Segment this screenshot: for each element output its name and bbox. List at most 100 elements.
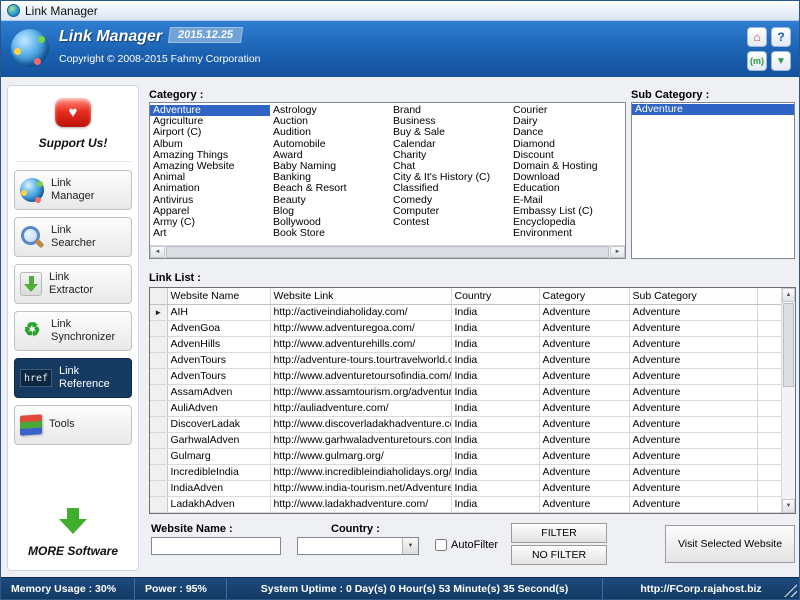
website-name-input[interactable] <box>151 537 281 555</box>
update-download-icon[interactable]: ▼ <box>771 51 791 71</box>
autofilter-checkbox[interactable] <box>435 539 447 551</box>
home-icon[interactable]: ⌂ <box>747 27 767 47</box>
category-item[interactable]: Adventure <box>150 105 270 117</box>
scroll-left-arrow-icon[interactable]: ◄ <box>150 246 165 258</box>
category-item[interactable]: Environment <box>510 228 625 239</box>
column-header[interactable]: Category <box>539 288 630 305</box>
table-row[interactable]: Gulmarg http://www.gulmarg.org/India Adven… <box>150 448 781 465</box>
category-item[interactable]: Banking <box>270 172 390 183</box>
category-item[interactable]: Army (C) <box>150 217 270 228</box>
row-selector[interactable] <box>150 464 168 481</box>
category-item[interactable]: Award <box>270 150 390 161</box>
category-item[interactable]: Discount <box>510 150 625 161</box>
category-item[interactable]: Baby Naming <box>270 161 390 172</box>
category-item[interactable]: Auction <box>270 116 390 127</box>
scroll-up-arrow-icon[interactable]: ▲ <box>782 288 795 302</box>
column-header[interactable]: Website Link <box>270 288 452 305</box>
row-selector[interactable] <box>150 352 168 369</box>
table-row[interactable]: AdvenTours http://www.adventuretoursofind… <box>150 368 781 385</box>
category-item[interactable]: Agriculture <box>150 116 270 127</box>
category-item[interactable]: Airport (C) <box>150 127 270 138</box>
visit-selected-website-button[interactable]: Visit Selected Website <box>665 525 795 563</box>
category-item[interactable]: Beach & Resort <box>270 183 390 194</box>
table-row[interactable]: DiscoverLadak http://www.discoverladakhad… <box>150 416 781 433</box>
messenger-icon[interactable]: (m) <box>747 51 767 71</box>
category-item[interactable]: Computer <box>390 206 510 217</box>
row-selector[interactable] <box>150 368 168 385</box>
grid-vscrollbar[interactable]: ▲ ▼ <box>781 288 795 513</box>
chevron-down-icon[interactable]: ▼ <box>402 538 418 554</box>
category-item[interactable]: City & It's History (C) <box>390 172 510 183</box>
category-item[interactable]: Amazing Things <box>150 150 270 161</box>
category-item[interactable]: Contest <box>390 217 510 228</box>
scroll-down-arrow-icon[interactable]: ▼ <box>782 499 795 513</box>
table-row[interactable]: AdvenHills http://www.adventurehills.com/… <box>150 336 781 353</box>
sidebar-item-manager[interactable]: Link Manager <box>14 170 132 210</box>
filter-button[interactable]: FILTER <box>511 523 607 543</box>
category-item[interactable]: Chat <box>390 161 510 172</box>
subcategory-item[interactable]: Adventure <box>632 104 794 116</box>
column-header[interactable]: Website Name <box>167 288 271 305</box>
row-selector[interactable] <box>150 320 168 337</box>
category-item[interactable]: Dance <box>510 127 625 138</box>
table-row[interactable]: AdvenGoa http://www.adventuregoa.com/Indi… <box>150 320 781 337</box>
category-item[interactable]: Download <box>510 172 625 183</box>
row-selector[interactable] <box>150 432 168 449</box>
sidebar-item-searcher[interactable]: Link Searcher <box>14 217 132 257</box>
category-item[interactable]: Brand <box>390 105 510 116</box>
sidebar-item-reference[interactable]: href Link Reference <box>14 358 132 398</box>
category-item[interactable]: Apparel <box>150 206 270 217</box>
sidebar-item-tools[interactable]: Tools <box>14 405 132 445</box>
table-row[interactable]: GarhwalAdven http://www.garhwaladventuret… <box>150 432 781 449</box>
row-selector[interactable] <box>150 336 168 353</box>
category-item[interactable]: Business <box>390 116 510 127</box>
category-item[interactable]: Encyclopedia <box>510 217 625 228</box>
row-selector[interactable] <box>150 384 168 401</box>
category-item[interactable]: Bollywood <box>270 217 390 228</box>
table-row[interactable]: LadakhAdven http://www.ladakhadventure.co… <box>150 496 781 513</box>
vscrollbar-track[interactable] <box>782 388 795 499</box>
row-selector[interactable] <box>150 448 168 465</box>
category-item[interactable]: Calendar <box>390 139 510 150</box>
table-row[interactable]: ► AIH http://activeindiaholiday.com/India A… <box>150 304 781 321</box>
table-row[interactable]: IncredibleIndia http://www.incredibleindi… <box>150 464 781 481</box>
more-software-button[interactable]: MORE Software <box>28 508 118 564</box>
no-filter-button[interactable]: NO FILTER <box>511 545 607 565</box>
category-item[interactable]: Buy & Sale <box>390 127 510 138</box>
row-selector[interactable] <box>150 480 168 497</box>
category-item[interactable]: E-Mail <box>510 195 625 206</box>
category-item[interactable]: Beauty <box>270 195 390 206</box>
category-item[interactable]: Amazing Website <box>150 161 270 172</box>
category-item[interactable]: Art <box>150 228 270 239</box>
category-item[interactable]: Dairy <box>510 116 625 127</box>
category-item[interactable]: Classified <box>390 183 510 194</box>
category-item[interactable]: Animation <box>150 183 270 194</box>
sidebar-item-synchronizer[interactable]: ♻ Link Synchronizer <box>14 311 132 351</box>
column-header[interactable]: Sub Category <box>629 288 758 305</box>
sidebar-item-extractor[interactable]: Link Extractor <box>14 264 132 304</box>
category-item[interactable]: Album <box>150 139 270 150</box>
autofilter-control[interactable]: AutoFilter <box>435 539 498 551</box>
category-item[interactable]: Animal <box>150 172 270 183</box>
category-item[interactable]: Courier <box>510 105 625 116</box>
table-row[interactable]: AdvenTours http://adventure-tours.tourtra… <box>150 352 781 369</box>
row-selector[interactable] <box>150 416 168 433</box>
category-hscrollbar[interactable]: ◄ ► <box>150 245 625 258</box>
category-item[interactable]: Audition <box>270 127 390 138</box>
country-dropdown[interactable]: ▼ <box>297 537 419 555</box>
category-item[interactable]: Embassy List (C) <box>510 206 625 217</box>
support-us-button[interactable]: ♥ Support Us! <box>39 94 107 152</box>
category-item[interactable]: Astrology <box>270 105 390 116</box>
category-item[interactable]: Book Store <box>270 228 390 239</box>
table-row[interactable]: IndiaAdven http://www.india-tourism.net/A… <box>150 480 781 497</box>
row-selector[interactable] <box>150 496 168 513</box>
row-selector[interactable] <box>150 400 168 417</box>
category-item[interactable]: Antivirus <box>150 195 270 206</box>
help-icon[interactable]: ? <box>771 27 791 47</box>
category-item[interactable]: Automobile <box>270 139 390 150</box>
table-row[interactable]: AuliAdven http://auliadventure.com/India A… <box>150 400 781 417</box>
category-item[interactable]: Comedy <box>390 195 510 206</box>
row-selector[interactable]: ► <box>150 304 168 321</box>
vscrollbar-thumb[interactable] <box>783 303 794 387</box>
table-row[interactable]: AssamAdven http://www.assamtourism.org/ad… <box>150 384 781 401</box>
